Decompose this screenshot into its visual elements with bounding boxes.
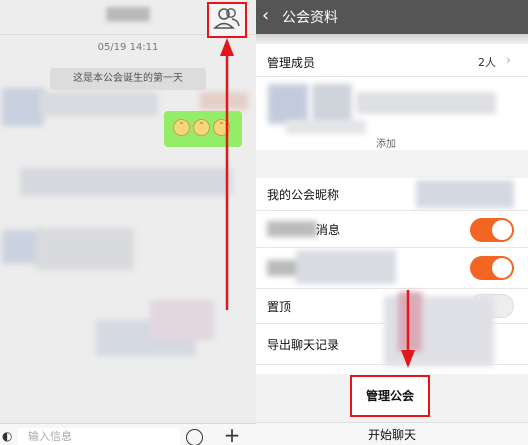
emoji-icon[interactable] <box>186 429 203 445</box>
manage-guild-button[interactable]: 管理公会 <box>350 375 430 417</box>
blurred-block <box>356 92 496 114</box>
chat-panel: ▇▇▇▇ 05/19 14:11 这是本公会诞生的第一天 ˘ ˘ ˘ ◐ 输入信… <box>0 0 256 445</box>
message-setting-label: 消息 <box>316 223 341 237</box>
navigation-bar: ‹ 公会资料 <box>256 0 528 34</box>
message-setting-row: 消息 <box>256 211 528 248</box>
setting-row-2 <box>256 248 528 289</box>
blurred-block <box>40 92 158 116</box>
emoji-face-icon: ˘ <box>173 119 190 136</box>
member-avatar[interactable] <box>268 84 308 124</box>
label-blurred <box>267 221 317 237</box>
message-input[interactable]: 输入信息 <box>18 428 180 445</box>
system-message: 这是本公会诞生的第一天 <box>50 68 206 90</box>
blurred-block <box>286 120 366 134</box>
nickname-row[interactable]: 我的公会昵称 <box>256 178 528 211</box>
chevron-right-icon: › <box>506 53 511 67</box>
nickname-label: 我的公会昵称 <box>267 188 340 202</box>
group-info-button[interactable] <box>207 2 247 38</box>
blurred-block <box>150 300 214 340</box>
input-bar: ◐ 输入信息 + <box>0 423 256 445</box>
add-member-label[interactable]: 添加 <box>376 135 396 150</box>
blurred-avatar <box>2 88 44 126</box>
page-title: 公会资料 <box>282 10 338 26</box>
guild-profile-panel: ‹ 公会资料 管理成员 2人 › 添加 我的公会昵称 消息 置顶 导出聊天记录 … <box>256 0 528 445</box>
voice-icon[interactable]: ◐ <box>2 429 12 443</box>
members-row[interactable]: 管理成员 2人 › <box>256 46 528 77</box>
start-chat-button[interactable]: 开始聊天 <box>256 422 528 445</box>
blurred-block <box>20 168 232 196</box>
annotation-arrow-down <box>401 290 415 368</box>
nickname-value-blurred <box>416 180 514 208</box>
plus-icon[interactable]: + <box>222 424 242 445</box>
section-gap <box>256 150 528 178</box>
notification-toggle[interactable] <box>470 256 514 280</box>
message-toggle[interactable] <box>470 218 514 242</box>
export-label: 导出聊天记录 <box>267 338 340 352</box>
group-members-icon <box>213 8 240 29</box>
blurred-block <box>296 250 396 284</box>
member-avatar[interactable] <box>312 84 352 124</box>
members-count: 2人 <box>478 56 496 69</box>
annotation-arrow-up <box>220 38 234 310</box>
blurred-block <box>36 228 134 270</box>
header-shadow <box>256 34 528 44</box>
emoji-face-icon: ˘ <box>193 119 210 136</box>
toggle-knob <box>492 220 512 240</box>
members-label: 管理成员 <box>267 56 316 70</box>
pin-label: 置顶 <box>267 300 292 314</box>
back-chevron-icon[interactable]: ‹ <box>262 4 269 28</box>
toggle-knob <box>492 258 512 278</box>
